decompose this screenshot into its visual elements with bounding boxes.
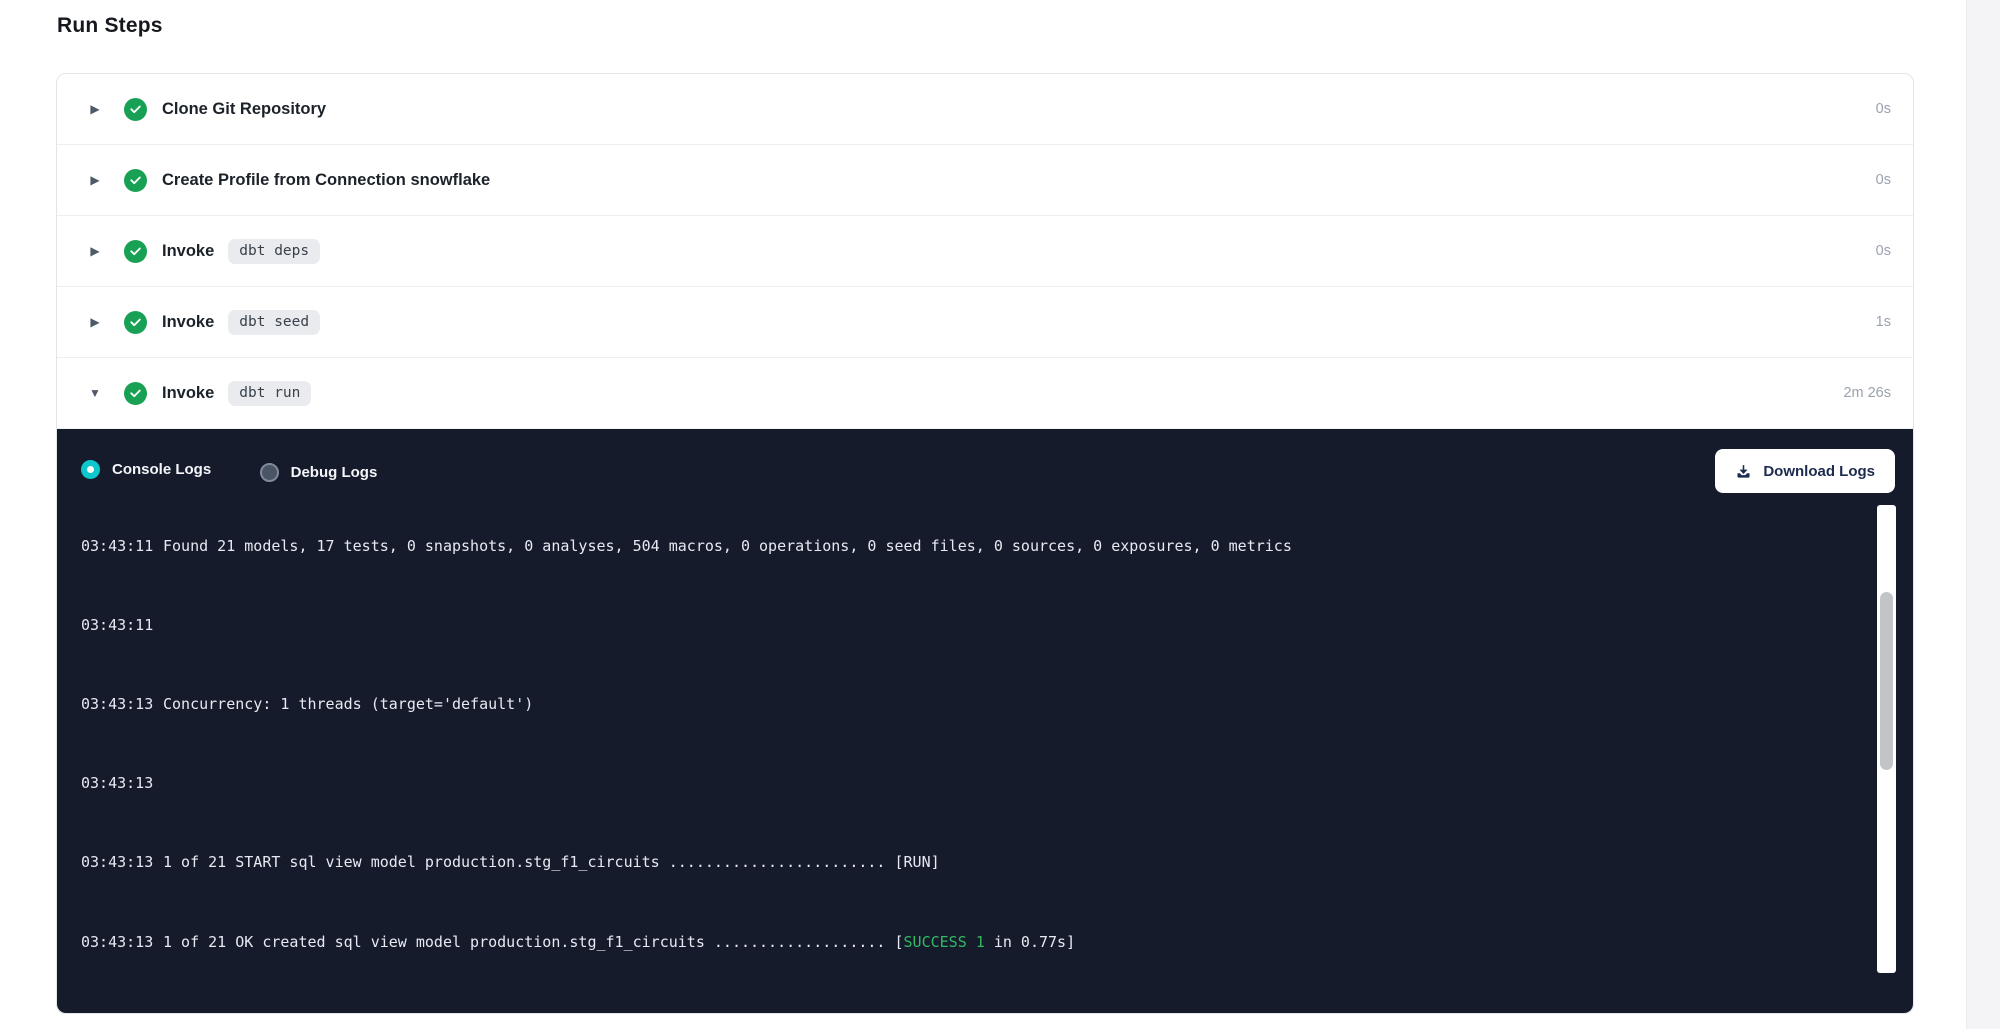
console-log-lines: 03:43:11 Found 21 models, 17 tests, 0 sna…: [81, 507, 1885, 1013]
log-line: 03:43:13 1 of 21 OK created sql view mode…: [81, 933, 1885, 953]
log-panel: Console Logs Debug Logs Download Logs 03…: [57, 429, 1913, 1013]
expand-caret-icon[interactable]: ▶: [87, 315, 103, 329]
log-line: 03:43:11: [81, 616, 1885, 636]
radio-icon: [81, 460, 100, 479]
run-step-row[interactable]: ▼ Invoke dbt run 2m 26s: [57, 358, 1913, 429]
log-line: 03:43:13 2 of 21 START sql view model pro…: [81, 1012, 1885, 1013]
log-timestamp: 03:43:13: [81, 695, 153, 715]
run-steps-card: ▶ Clone Git Repository 0s ▶ Create Profi…: [56, 73, 1914, 1014]
expand-caret-icon[interactable]: ▶: [87, 244, 103, 258]
log-message: Found 21 models, 17 tests, 0 snapshots, …: [163, 537, 1292, 555]
log-message: 1 of 21 OK created sql view model produc…: [163, 933, 904, 951]
radio-label: Debug Logs: [291, 464, 378, 481]
success-check-icon: [124, 169, 147, 192]
log-success-badge: SUCCESS 1: [904, 933, 985, 951]
console-log-output[interactable]: 03:43:11 Found 21 models, 17 tests, 0 sna…: [81, 507, 1885, 1013]
success-check-icon: [124, 311, 147, 334]
run-step-row[interactable]: ▶ Invoke dbt seed 1s: [57, 287, 1913, 358]
radio-icon: [260, 463, 279, 482]
log-line: 03:43:11 Found 21 models, 17 tests, 0 sna…: [81, 537, 1885, 557]
step-duration: 0s: [1876, 243, 1891, 259]
log-message: 1 of 21 START sql view model production.…: [163, 853, 940, 871]
log-line: 03:43:13: [81, 774, 1885, 794]
log-message: Concurrency: 1 threads (target='default'…: [163, 695, 533, 713]
run-step-row[interactable]: ▶ Invoke dbt deps 0s: [57, 216, 1913, 287]
log-tab-radio[interactable]: Console Logs: [81, 460, 211, 479]
log-line: 03:43:13 Concurrency: 1 threads (target='…: [81, 695, 1885, 715]
step-command: dbt run: [228, 381, 311, 406]
log-scrollbar-thumb[interactable]: [1880, 592, 1893, 770]
expand-caret-icon[interactable]: ▼: [87, 386, 103, 400]
log-scrollbar-track[interactable]: [1877, 505, 1896, 973]
expand-caret-icon[interactable]: ▶: [87, 173, 103, 187]
log-timestamp: 03:43:11: [81, 537, 153, 557]
expand-caret-icon[interactable]: ▶: [87, 102, 103, 116]
log-timestamp: 03:43:13: [81, 933, 153, 953]
step-label: Invoke: [162, 242, 214, 261]
log-timestamp: 03:43:13: [81, 774, 153, 794]
step-label: Invoke: [162, 384, 214, 403]
log-timestamp: 03:43:13: [81, 853, 153, 873]
run-steps-list: ▶ Clone Git Repository 0s ▶ Create Profi…: [57, 74, 1913, 429]
log-timestamp: 03:43:11: [81, 616, 153, 636]
success-check-icon: [124, 382, 147, 405]
log-duration: in 0.77s]: [985, 933, 1075, 951]
log-timestamp: 03:43:13: [81, 1012, 153, 1013]
step-label: Clone Git Repository: [162, 100, 326, 119]
radio-label: Console Logs: [112, 461, 211, 478]
step-duration: 0s: [1876, 172, 1891, 188]
run-step-row[interactable]: ▶ Create Profile from Connection snowfla…: [57, 145, 1913, 216]
download-logs-button[interactable]: Download Logs: [1715, 449, 1895, 493]
success-check-icon: [124, 240, 147, 263]
download-icon: [1735, 463, 1752, 480]
log-tabs: Console Logs Debug Logs: [81, 460, 421, 483]
download-logs-label: Download Logs: [1763, 463, 1875, 480]
page-title: Run Steps: [57, 14, 163, 38]
log-message: 2 of 21 START sql view model production.…: [163, 1012, 940, 1013]
page-edge-gutter: [1966, 0, 2000, 1029]
step-label: Create Profile from Connection snowflake: [162, 171, 490, 190]
step-duration: 1s: [1876, 314, 1891, 330]
run-step-row[interactable]: ▶ Clone Git Repository 0s: [57, 74, 1913, 145]
log-panel-header: Console Logs Debug Logs Download Logs: [57, 429, 1913, 493]
success-check-icon: [124, 98, 147, 121]
log-tab-radio[interactable]: Debug Logs: [260, 463, 378, 482]
log-line: 03:43:13 1 of 21 START sql view model pro…: [81, 853, 1885, 873]
step-duration: 2m 26s: [1843, 385, 1891, 401]
step-command: dbt seed: [228, 310, 320, 335]
step-label: Invoke: [162, 313, 214, 332]
step-command: dbt deps: [228, 239, 320, 264]
step-duration: 0s: [1876, 101, 1891, 117]
